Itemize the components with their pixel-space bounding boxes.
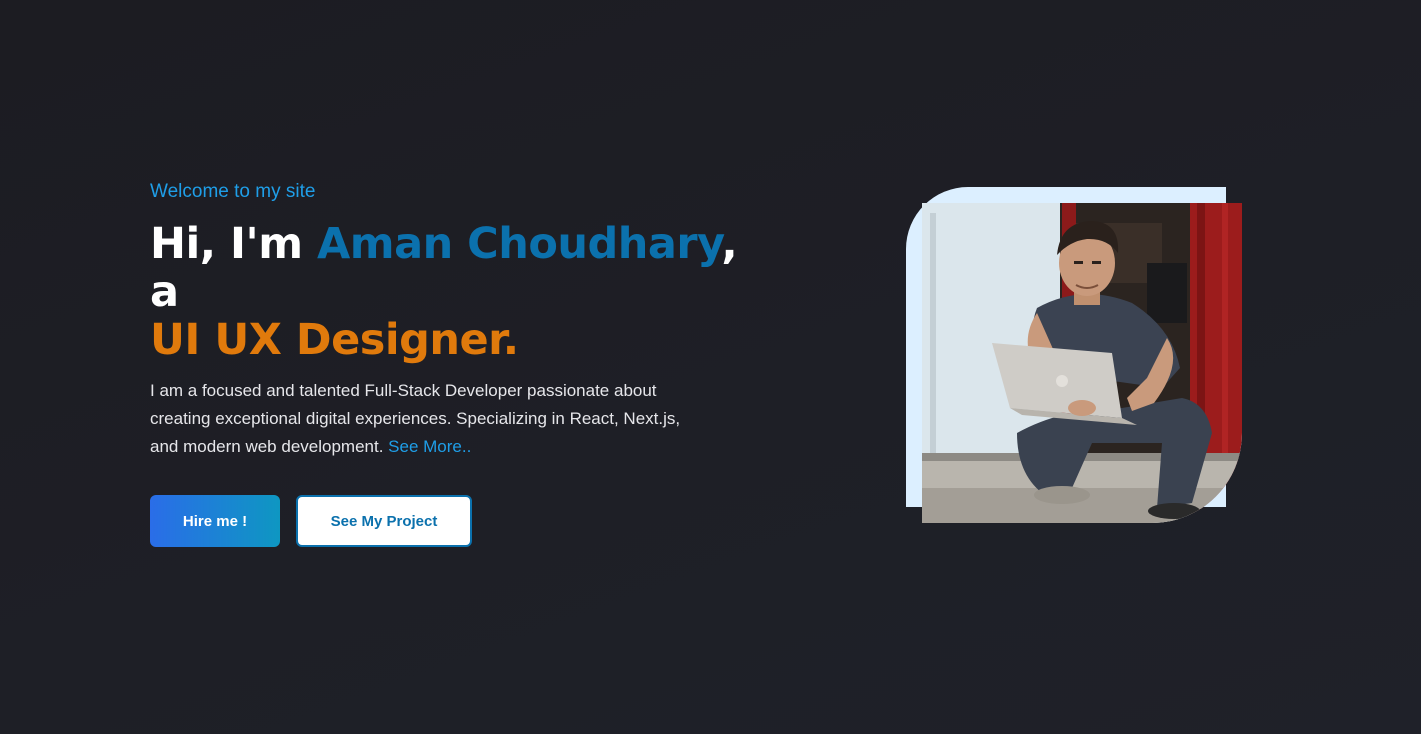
hero-actions: Hire me ! See My Project [150, 495, 750, 547]
see-project-button[interactable]: See My Project [296, 495, 472, 547]
hero-headline: Hi, I'm Aman Choudhary, a UI UX Designer. [150, 220, 750, 364]
profile-photo [922, 203, 1242, 523]
name-text: Aman Choudhary [316, 219, 722, 269]
hero-description: I am a focused and talented Full-Stack D… [150, 377, 710, 461]
hero-intro: Welcome to my site Hi, I'm Aman Choudhar… [150, 178, 750, 547]
hire-me-button[interactable]: Hire me ! [150, 495, 280, 547]
see-more-link[interactable]: See More.. [388, 437, 471, 456]
profile-illustration [922, 203, 1242, 523]
welcome-text: Welcome to my site [150, 181, 316, 202]
role-text: UI UX Designer. [150, 315, 519, 365]
greeting-text: Hi, I'm [150, 219, 317, 269]
